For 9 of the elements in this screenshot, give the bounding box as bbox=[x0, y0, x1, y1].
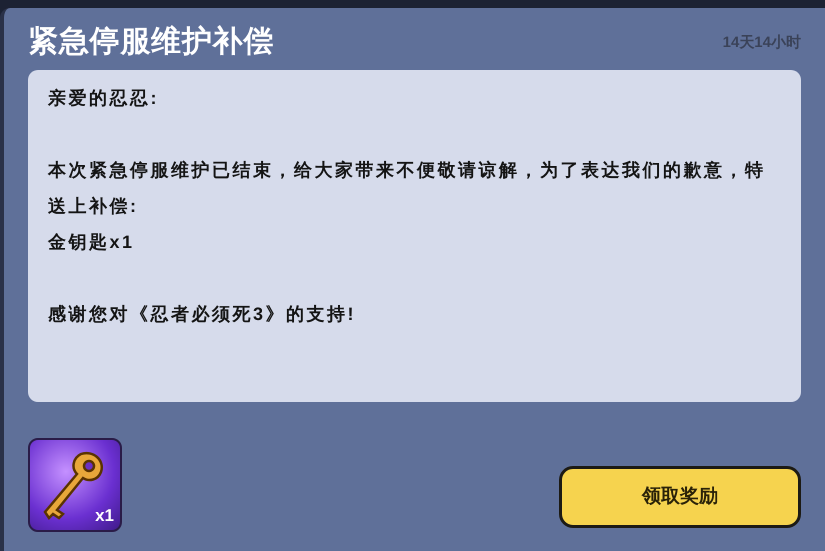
expiry-time: 14天14小时 bbox=[722, 32, 801, 52]
mail-title: 紧急停服维护补偿 bbox=[28, 24, 274, 60]
item-count: x1 bbox=[95, 504, 114, 526]
message-text: 金钥匙x1 bbox=[48, 231, 135, 254]
message-text: 感谢您对《忍者必须死3》的支持! bbox=[48, 303, 356, 326]
claim-reward-button[interactable]: 领取奖励 bbox=[559, 466, 801, 528]
message-text: 本次紧急停服维护已结束，给大家带来不便敬请谅解，为了表达我们的歉意，特送上补偿: bbox=[48, 159, 766, 218]
message-text: 亲爱的忍忍: bbox=[48, 87, 159, 110]
reward-item[interactable]: x1 bbox=[28, 438, 122, 532]
